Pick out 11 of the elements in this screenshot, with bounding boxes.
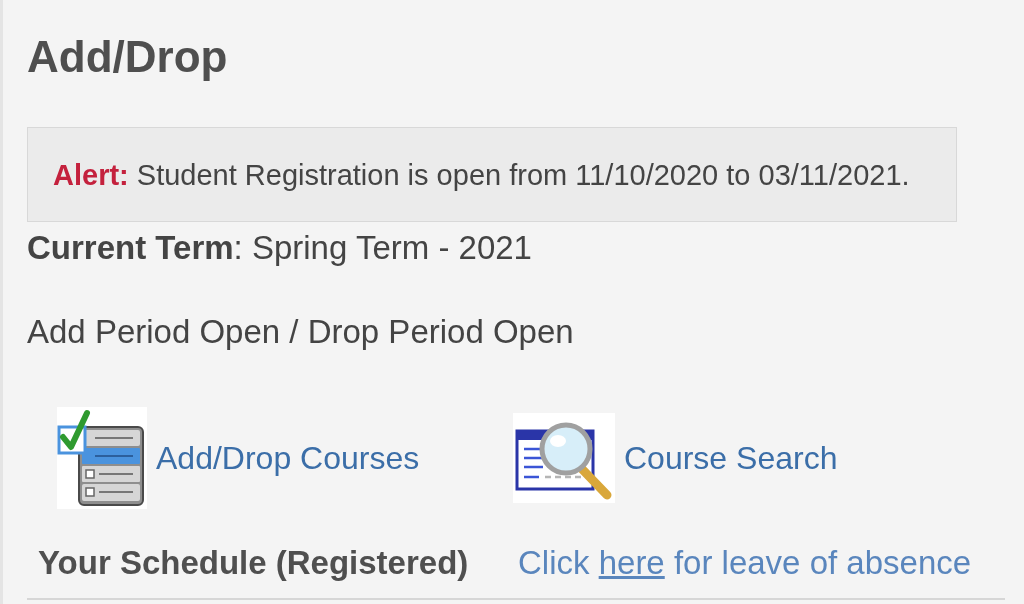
action-link[interactable]: Course Search xyxy=(624,439,838,477)
checklist-icon[interactable] xyxy=(57,407,147,509)
leave-of-absence-text: Click here for leave of absence xyxy=(518,543,972,583)
action-link[interactable]: Add/Drop Courses xyxy=(156,439,420,477)
leave-of-absence-link[interactable]: here xyxy=(598,544,665,581)
alert-message: Alert: Student Registration is open from 11/10/2020 to 03/11/2021. xyxy=(53,157,910,192)
current-term: Current Term: Spring Term - 2021 xyxy=(27,228,533,268)
period-status: Add Period Open / Drop Period Open xyxy=(27,312,575,352)
schedule-heading: Your Schedule (Registered) xyxy=(38,543,469,583)
page-title: Add/Drop xyxy=(27,31,229,83)
document-magnifier-icon[interactable] xyxy=(513,413,615,503)
